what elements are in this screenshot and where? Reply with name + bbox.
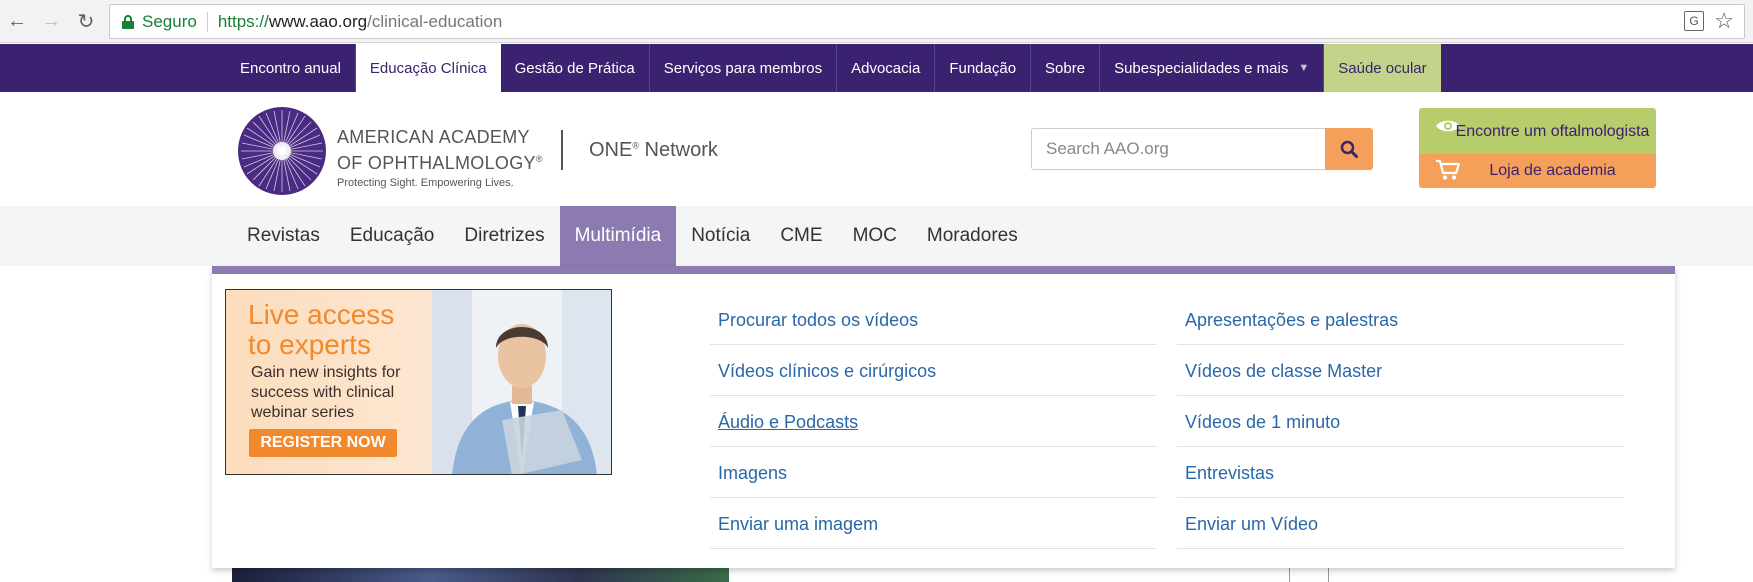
top-nav-label: Serviços para membros [663, 59, 823, 77]
register-now-button[interactable]: REGISTER NOW [249, 429, 397, 457]
main-nav-label: Moradores [926, 225, 1018, 246]
main-nav-label: Diretrizes [464, 225, 545, 246]
academy-store-button[interactable]: Loja de academia [1419, 154, 1656, 188]
top-nav-educacao-clinica[interactable]: Educação Clínica [355, 44, 501, 92]
main-nav-cme[interactable]: CME [765, 206, 837, 266]
reload-icon[interactable]: ↻ [73, 8, 99, 34]
search-icon [1340, 140, 1358, 158]
promo-heading-line2: to experts [248, 329, 371, 360]
hero-image [232, 566, 729, 582]
main-nav-label: CME [780, 225, 823, 246]
top-nav-label: Encontro anual [240, 59, 341, 77]
top-nav-subespecialidades[interactable]: Subespecialidades e mais ▼ [1100, 44, 1325, 92]
content-divider [1289, 566, 1290, 582]
top-nav-sobre[interactable]: Sobre [1031, 44, 1101, 92]
browser-toolbar: ← → ↻ Seguro https://www.aao.org/clinica… [0, 0, 1753, 43]
search-button[interactable] [1325, 128, 1373, 170]
link-audio-podcasts[interactable]: Áudio e Podcasts [710, 396, 1157, 447]
top-nav-bar: Encontro anual Educação Clínica Gestão d… [0, 44, 1753, 92]
link-submit-image[interactable]: Enviar uma imagem [710, 498, 1157, 549]
top-nav-gestao-pratica[interactable]: Gestão de Prática [501, 44, 650, 92]
logo-line2-text: OF OPHTHALMOLOGY [337, 153, 536, 173]
top-nav-encontro-anual[interactable]: Encontro anual [226, 44, 356, 92]
link-interviews[interactable]: Entrevistas [1177, 447, 1624, 498]
one-network-link[interactable]: ONE® Network [589, 139, 718, 162]
url-path: /clinical-education [367, 11, 503, 31]
translate-icon[interactable]: G [1684, 11, 1704, 31]
url-host: www.aao.org [268, 11, 368, 31]
network-label: Network [638, 139, 718, 161]
top-nav-label: Saúde ocular [1338, 59, 1427, 77]
promo-subtext: Gain new insights for success with clini… [251, 363, 400, 423]
link-clinical-surgical-videos[interactable]: Vídeos clínicos e cirúrgicos [710, 345, 1157, 396]
top-nav-label: Sobre [1045, 59, 1086, 77]
top-nav-label: Fundação [949, 59, 1017, 77]
top-nav-fundacao[interactable]: Fundação [935, 44, 1032, 92]
promo-sub-line1: Gain new insights for [251, 364, 401, 381]
link-browse-all-videos[interactable]: Procurar todos os vídeos [710, 294, 1157, 345]
find-ophthalmologist-label: Encontre um oftalmologista [1455, 123, 1650, 140]
main-nav-label: MOC [852, 225, 897, 246]
lock-icon [122, 14, 134, 29]
main-nav-educacao[interactable]: Educação [335, 206, 450, 266]
aao-logo-icon[interactable] [237, 106, 327, 196]
link-one-minute-videos[interactable]: Vídeos de 1 minuto [1177, 396, 1624, 447]
main-nav-revistas[interactable]: Revistas [232, 206, 335, 266]
top-nav-label: Advocacia [851, 59, 921, 77]
promo-heading-line1: Live access [248, 299, 395, 330]
multimedia-links-column-1: Procurar todos os vídeos Vídeos clínicos… [710, 294, 1157, 549]
link-images[interactable]: Imagens [710, 447, 1157, 498]
promo-sub-line3: webinar series [251, 404, 355, 421]
main-nav-label: Multimídia [574, 225, 662, 246]
multimedia-dropdown-menu: Live access to experts Gain new insights… [212, 266, 1675, 568]
academy-store-label: Loja de academia [1489, 162, 1616, 179]
logo-line2: OF OPHTHALMOLOGY® [337, 148, 543, 174]
main-nav-label: Revistas [247, 225, 320, 246]
secure-label: Seguro [142, 11, 197, 31]
top-nav-label: Subespecialidades e mais [1114, 59, 1289, 77]
one-label: ONE [589, 139, 633, 161]
main-nav-multimidia[interactable]: Multimídia [559, 206, 677, 266]
logo-divider [561, 130, 563, 170]
main-nav-noticia[interactable]: Notícia [676, 206, 765, 266]
url-scheme: https:// [217, 11, 269, 31]
link-presentations-lectures[interactable]: Apresentações e palestras [1177, 294, 1624, 345]
main-nav-moc[interactable]: MOC [838, 206, 912, 266]
logo-wordmark[interactable]: AMERICAN ACADEMY OF OPHTHALMOLOGY® Prote… [337, 126, 543, 189]
logo-registered: ® [535, 154, 543, 164]
main-nav-bar: Revistas Educação Diretrizes Multimídia … [0, 206, 1753, 266]
top-nav-servicos-membros[interactable]: Serviços para membros [650, 44, 838, 92]
promo-sub-line2: success with clinical [251, 384, 395, 401]
one-registered: ® [632, 140, 639, 151]
find-ophthalmologist-button[interactable]: Encontre um oftalmologista [1419, 108, 1656, 154]
link-submit-video[interactable]: Enviar um Vídeo [1177, 498, 1624, 549]
main-nav-label: Notícia [691, 225, 751, 246]
promo-heading: Live access to experts [248, 300, 394, 360]
site-header: AMERICAN ACADEMY OF OPHTHALMOLOGY® Prote… [0, 92, 1753, 206]
main-nav-moradores[interactable]: Moradores [912, 206, 1033, 266]
top-nav-label: Gestão de Prática [514, 59, 635, 77]
top-nav-saude-ocular[interactable]: Saúde ocular [1324, 44, 1441, 92]
multimedia-links-column-2: Apresentações e palestras Vídeos de clas… [1177, 294, 1624, 549]
logo-tagline: Protecting Sight. Empowering Lives. [337, 177, 514, 189]
back-arrow-icon[interactable]: ← [4, 8, 30, 34]
webinar-promo-banner[interactable]: Live access to experts Gain new insights… [225, 289, 612, 475]
top-nav-advocacia[interactable]: Advocacia [837, 44, 936, 92]
caret-down-icon: ▼ [1298, 62, 1310, 74]
bookmark-star-icon[interactable]: ☆ [1714, 8, 1734, 34]
url-separator [206, 11, 208, 32]
search-input[interactable] [1031, 128, 1325, 170]
content-divider [1328, 566, 1329, 582]
main-nav-label: Educação [349, 225, 435, 246]
top-nav-label: Educação Clínica [369, 59, 487, 77]
forward-arrow-icon[interactable]: → [38, 8, 64, 34]
presenter-photo [432, 290, 611, 474]
logo-line1: AMERICAN ACADEMY [337, 127, 530, 147]
address-bar[interactable]: Seguro https://www.aao.org/clinical-educ… [109, 4, 1745, 39]
link-master-class-videos[interactable]: Vídeos de classe Master [1177, 345, 1624, 396]
main-nav-diretrizes[interactable]: Diretrizes [449, 206, 559, 266]
